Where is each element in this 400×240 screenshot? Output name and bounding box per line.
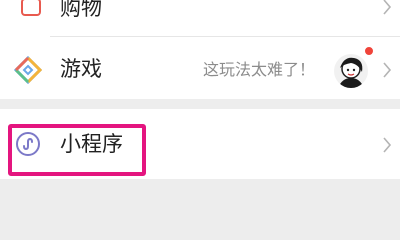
games-hint-text: 这玩法太难了！ [203,60,316,79]
chevron-right-icon [382,136,392,158]
menu-group-top: 购物 游戏 这玩法太难了！ [0,0,400,99]
chevron-right-icon [382,61,392,83]
highlight-box [8,124,146,176]
avatar [334,54,368,88]
screen: 购物 游戏 这玩法太难了！ 小程序 [0,0,400,240]
games-diamond-icon [13,55,43,88]
shopping-bag-icon [20,0,42,22]
red-dot-badge [364,46,374,56]
menu-item-games-label: 游戏 [60,57,102,81]
menu-item-games[interactable]: 游戏 这玩法太难了！ [0,37,400,99]
menu-item-shopping-label: 购物 [60,0,102,20]
chevron-right-icon [382,0,392,20]
menu-item-shopping[interactable]: 购物 [0,0,400,36]
